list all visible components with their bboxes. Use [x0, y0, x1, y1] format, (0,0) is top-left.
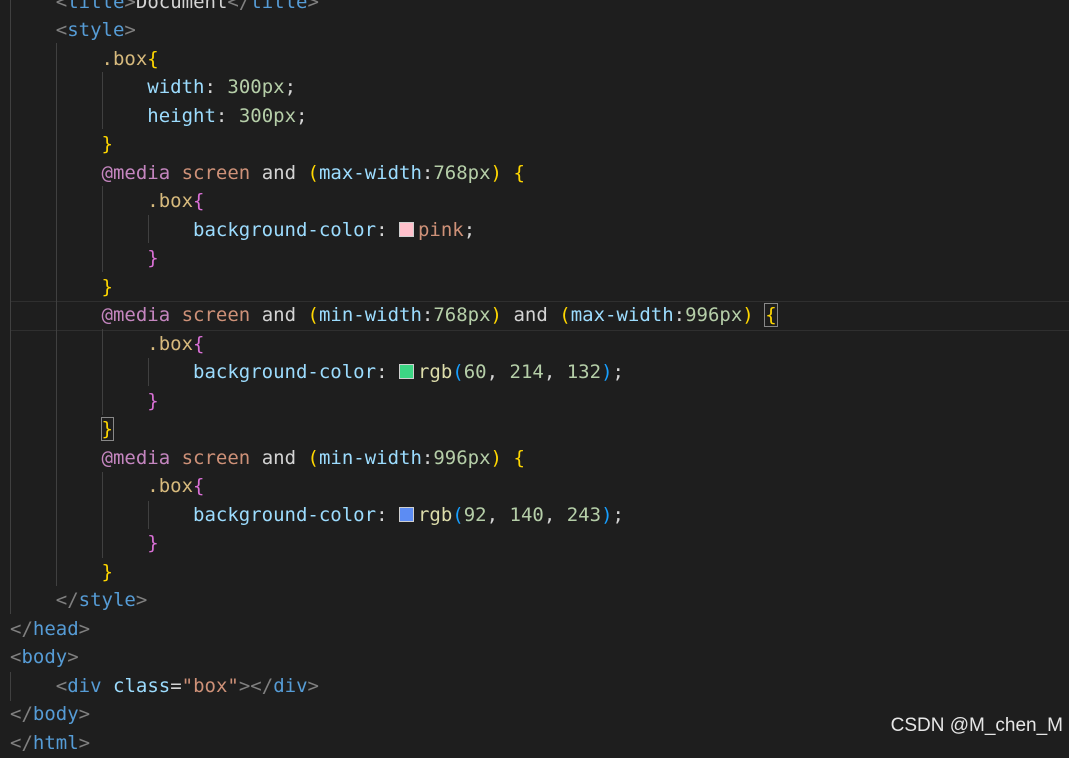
code-line: } — [101, 561, 113, 583]
code-line: } — [10, 415, 115, 444]
code-editor[interactable]: <title>Document</title> <style> .box{ wi… — [0, 0, 1069, 754]
text-content: Document — [135, 0, 228, 13]
code-line: height: 300px; — [147, 105, 308, 127]
media-value: 996px — [685, 304, 743, 326]
code-line: </body> — [10, 703, 91, 725]
code-line: background-color: pink; — [193, 219, 476, 241]
css-property: background-color — [193, 219, 377, 241]
code-line: <style> — [55, 19, 136, 41]
logical-operator: and — [261, 304, 297, 326]
code-line-current: @media screen and (min-width:768px) and … — [101, 303, 778, 327]
code-line: @media screen and (min-width:996px) { — [101, 447, 525, 469]
css-value: 92 — [463, 504, 487, 526]
color-swatch-icon[interactable] — [398, 507, 414, 522]
media-value: 768px — [433, 162, 491, 184]
media-feature: min-width — [318, 447, 422, 469]
matched-bracket: } — [100, 417, 115, 441]
code-line: @media screen and (max-width:768px) { — [101, 162, 525, 184]
media-type: screen — [181, 304, 251, 326]
media-type: screen — [181, 447, 251, 469]
media-type: screen — [181, 162, 251, 184]
code-line: </style> — [55, 589, 148, 611]
tag-name: div — [67, 675, 102, 697]
tag-name: title — [67, 0, 125, 13]
color-swatch-icon[interactable] — [398, 364, 414, 379]
code-line: background-color: rgb(60, 214, 132); — [193, 361, 624, 383]
code-line: } — [147, 532, 159, 554]
at-rule: @media — [101, 162, 171, 184]
at-rule: @media — [101, 304, 171, 326]
css-function: rgb — [417, 504, 453, 526]
media-feature: max-width — [318, 162, 422, 184]
css-property: background-color — [193, 361, 377, 383]
css-selector: .box — [147, 333, 194, 355]
css-selector: .box — [147, 475, 194, 497]
code-line: </head> — [10, 618, 91, 640]
code-line: <title>Document</title> — [10, 0, 319, 17]
code-line: .box{ — [147, 475, 205, 497]
css-selector: .box — [101, 48, 148, 70]
media-value: 768px — [433, 304, 491, 326]
css-value: 132 — [566, 361, 602, 383]
media-feature: max-width — [570, 304, 674, 326]
css-value: 140 — [509, 504, 544, 526]
tag-name: title — [250, 0, 308, 13]
css-value: 300px — [227, 76, 285, 98]
tag-name: body — [21, 646, 68, 668]
logical-operator: and — [261, 162, 297, 184]
watermark: CSDN @M_chen_M — [890, 715, 1063, 736]
code-line: .box{ — [147, 333, 205, 355]
code-line: width: 300px; — [147, 76, 297, 98]
code-line: } — [147, 247, 159, 269]
code-line: .box{ — [147, 190, 205, 212]
code-line: <body> — [10, 646, 79, 668]
css-selector: .box — [147, 190, 194, 212]
code-line: </html> — [10, 732, 91, 754]
css-property: background-color — [193, 504, 377, 526]
css-property: height — [147, 105, 216, 127]
code-line: .box{ — [101, 48, 159, 70]
at-rule: @media — [101, 447, 171, 469]
attribute-name: class — [113, 675, 171, 697]
matched-bracket: { — [764, 303, 778, 327]
css-value: pink — [417, 219, 464, 241]
css-property: width — [147, 76, 205, 98]
css-value: 60 — [463, 361, 487, 383]
tag-name: style — [78, 589, 136, 611]
logical-operator: and — [261, 447, 297, 469]
code-line: <div class="box"></div> — [55, 675, 319, 697]
css-value: 214 — [509, 361, 544, 383]
tag-name: html — [32, 732, 79, 754]
tag-name: head — [32, 618, 79, 640]
media-feature: min-width — [318, 304, 422, 326]
css-value: 243 — [566, 504, 602, 526]
color-swatch-icon[interactable] — [398, 222, 414, 237]
tag-name: div — [273, 675, 308, 697]
code-line: } — [101, 133, 113, 155]
logical-operator: and — [513, 304, 548, 326]
attribute-value: "box" — [181, 675, 239, 697]
css-value: 300px — [238, 105, 297, 127]
media-value: 996px — [433, 447, 491, 469]
tag-name: body — [32, 703, 79, 725]
code-line: } — [101, 276, 113, 298]
tag-name: style — [67, 19, 125, 41]
code-line: background-color: rgb(92, 140, 243); — [193, 504, 624, 526]
code-line: } — [147, 390, 159, 412]
css-function: rgb — [417, 361, 453, 383]
